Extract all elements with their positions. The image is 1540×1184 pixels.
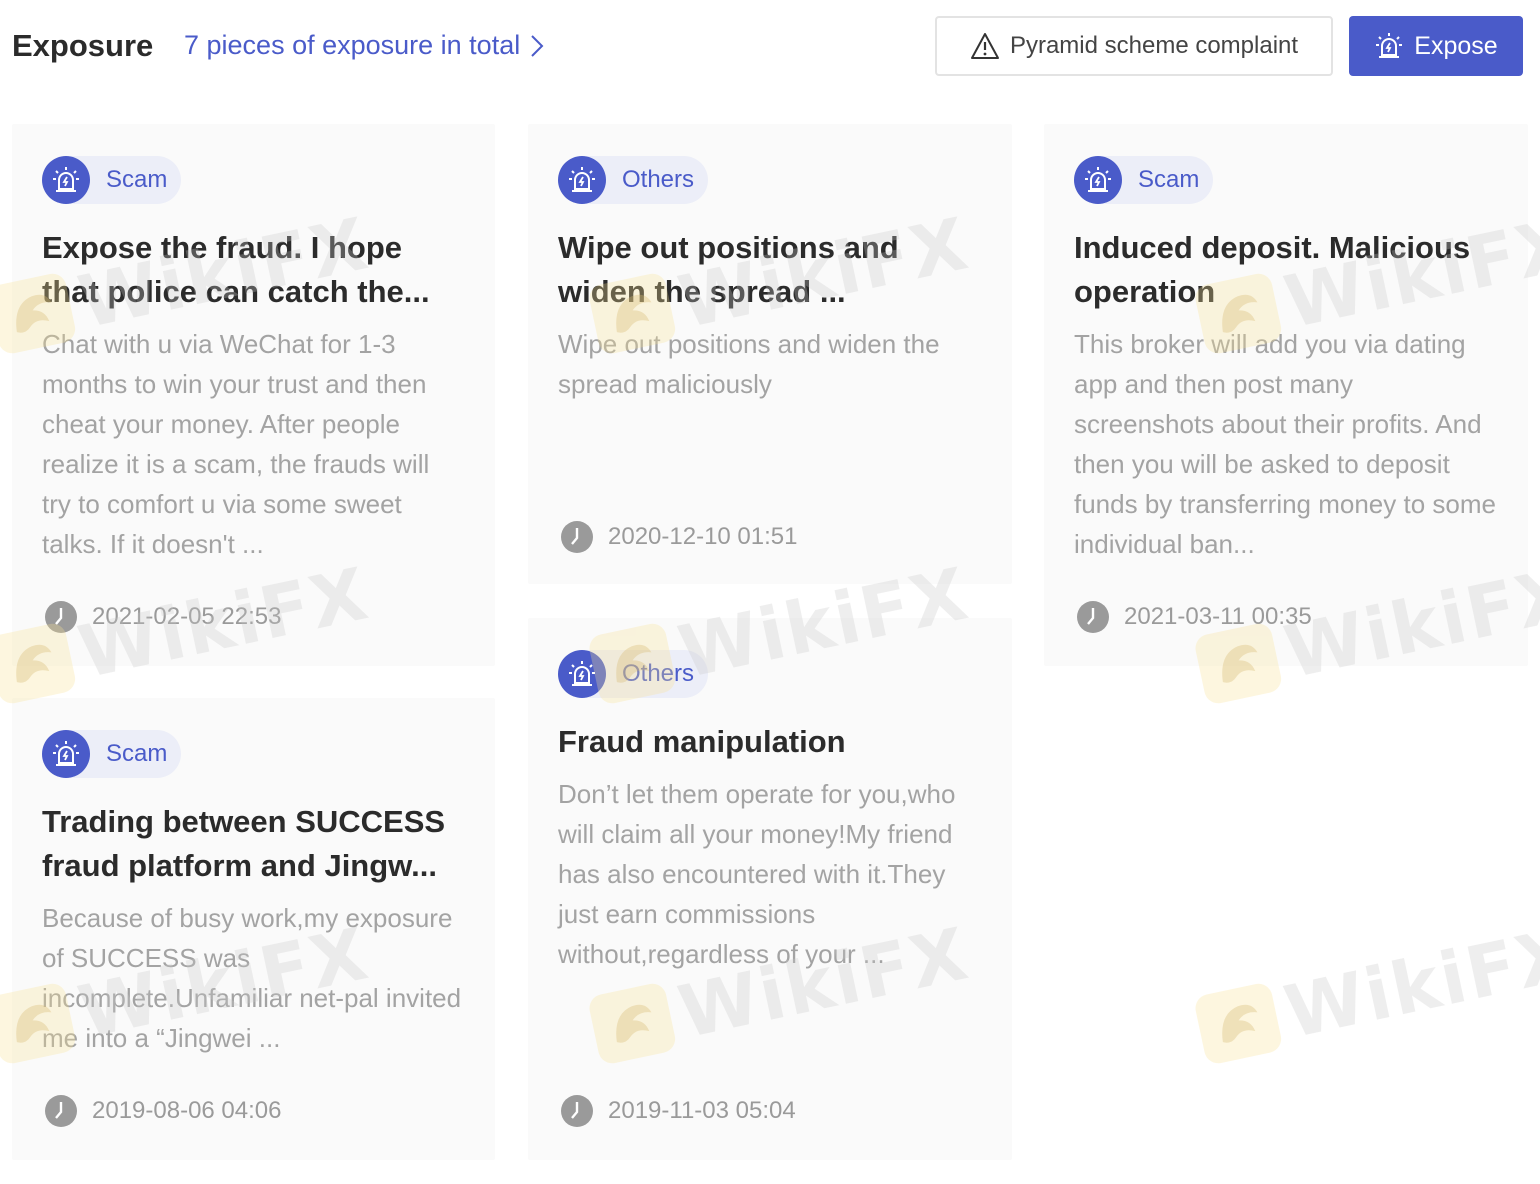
category-tag: Scam: [1074, 156, 1214, 204]
category-tag: Others: [558, 156, 709, 204]
card-description: This broker will add you via dating app …: [1074, 329, 1496, 559]
exposure-card[interactable]: Scam Expose the fraud. I hope that polic…: [12, 124, 495, 666]
exposure-card[interactable]: Scam Induced deposit. Malicious operatio…: [1044, 124, 1528, 666]
category-tag: Scam: [42, 156, 182, 204]
clock-icon: [561, 521, 593, 553]
exposure-card[interactable]: Others Wipe out positions and widen the …: [528, 124, 1012, 584]
card-timestamp: 2019-11-03 05:04: [560, 1094, 796, 1128]
card-description: Don’t let them operate for you,who will …: [558, 779, 956, 969]
card-timestamp: 2019-08-06 04:06: [44, 1094, 282, 1128]
alarm-badge-icon: [558, 650, 606, 698]
alarm-badge-icon: [42, 156, 90, 204]
card-timestamp: 2021-02-05 22:53: [44, 600, 282, 634]
card-title: Fraud manipulation: [558, 724, 846, 759]
total-exposure-label: 7 pieces of exposure in total: [184, 30, 521, 60]
clock-icon: [1077, 601, 1109, 633]
card-title: Trading between SUCCESS fraud platform a…: [42, 804, 446, 883]
total-exposure-link[interactable]: 7 pieces of exposure in total: [184, 30, 544, 61]
card-description: Chat with u via WeChat for 1-3 months to…: [42, 329, 430, 559]
chevron-right-icon: [531, 34, 544, 57]
exposure-card[interactable]: Others Fraud manipulation Don’t let them…: [528, 618, 1012, 1160]
card-description: Wipe out positions and widen the spread …: [558, 329, 940, 399]
pyramid-complaint-label: Pyramid scheme complaint: [1009, 32, 1299, 59]
category-tag: Others: [558, 650, 709, 698]
alarm-badge-icon: [1074, 156, 1122, 204]
timestamp-text: 2019-08-06 04:06: [92, 1097, 282, 1124]
clock-icon: [45, 1095, 77, 1127]
timestamp-text: 2019-11-03 05:04: [608, 1097, 796, 1124]
watermark: WikiFX: [1191, 911, 1540, 1072]
clock-icon: [45, 601, 77, 633]
timestamp-text: 2021-03-11 00:35: [1124, 603, 1312, 630]
alarm-badge-icon: [42, 730, 90, 778]
card-timestamp: 2021-03-11 00:35: [1076, 600, 1312, 634]
exposure-card[interactable]: Scam Trading between SUCCESS fraud platf…: [12, 698, 495, 1160]
card-title: Wipe out positions and widen the spread …: [558, 230, 899, 309]
timestamp-text: 2021-02-05 22:53: [92, 603, 282, 630]
clock-icon: [561, 1095, 593, 1127]
category-tag: Scam: [42, 730, 182, 778]
watermark-logo-icon: [1192, 981, 1284, 1066]
alarm-icon: [1376, 33, 1403, 58]
pyramid-complaint-button[interactable]: Pyramid scheme complaint: [935, 16, 1333, 76]
card-title: Induced deposit. Malicious operation: [1074, 230, 1471, 309]
page-title: Exposure: [12, 28, 154, 63]
warning-icon: [970, 33, 999, 59]
header: Exposure 7 pieces of exposure in total P…: [0, 0, 1540, 96]
card-description: Because of busy work,my exposure of SUCC…: [42, 903, 462, 1053]
expose-button[interactable]: Expose: [1349, 16, 1523, 76]
expose-label: Expose: [1414, 31, 1498, 60]
card-title: Expose the fraud. I hope that police can…: [42, 230, 430, 309]
alarm-badge-icon: [558, 156, 606, 204]
timestamp-text: 2020-12-10 01:51: [608, 523, 798, 550]
watermark-text: WikiFX: [1277, 911, 1540, 1055]
card-timestamp: 2020-12-10 01:51: [560, 520, 798, 554]
